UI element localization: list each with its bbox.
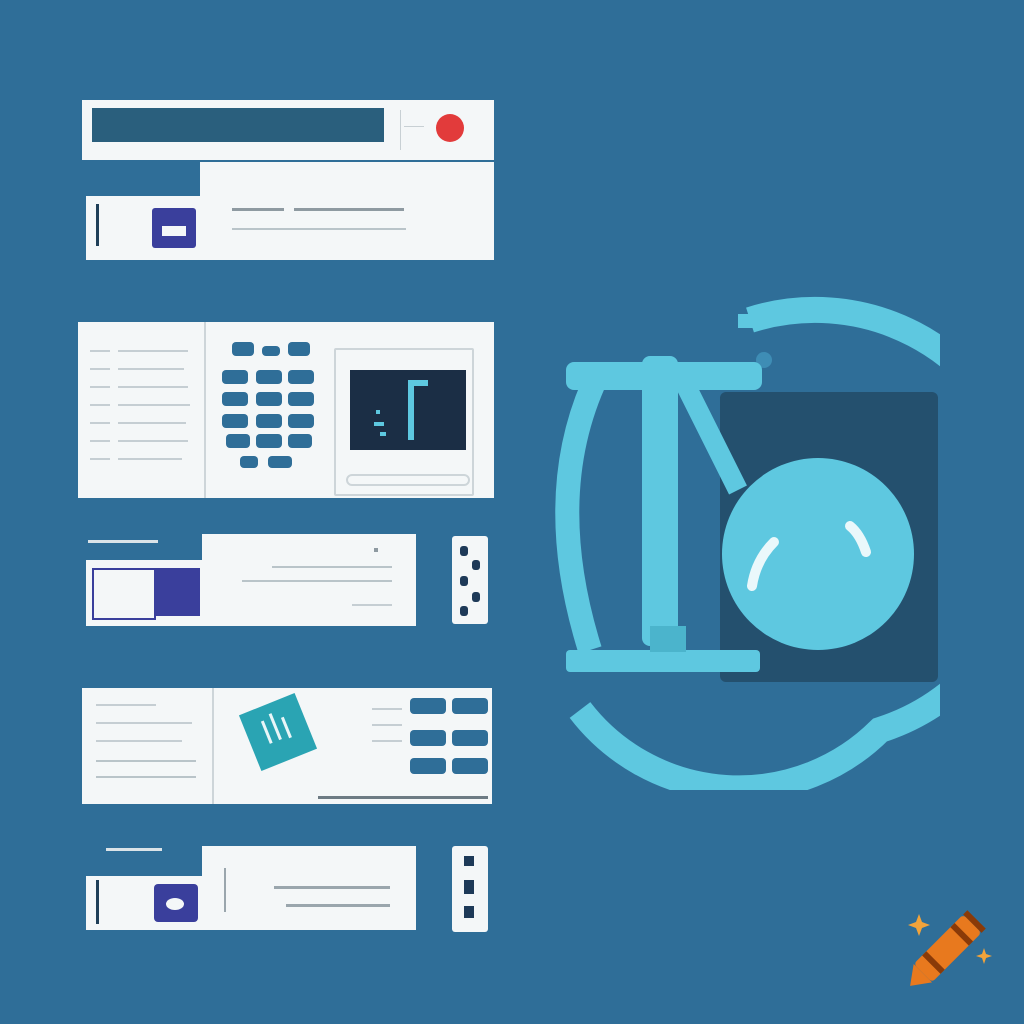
illustration-canvas: { "colors": { "background": "#2f6e98", "… bbox=[0, 0, 1024, 1024]
text-line bbox=[294, 208, 404, 211]
wireframe-content-3 bbox=[202, 534, 416, 626]
caption-line bbox=[88, 540, 158, 543]
title-bar bbox=[92, 108, 384, 142]
tile-grid bbox=[222, 342, 318, 472]
cyan-arcs-and-sphere-logo bbox=[555, 297, 940, 790]
crayon-watermark-icon bbox=[908, 910, 992, 986]
inner-arc bbox=[555, 364, 611, 654]
preview-image bbox=[350, 370, 466, 450]
divider bbox=[400, 110, 401, 150]
red-record-icon[interactable] bbox=[436, 114, 464, 142]
base-bar bbox=[566, 650, 760, 672]
wireframe-sidebar-1 bbox=[86, 196, 200, 260]
wireframe-sidebar-3 bbox=[86, 560, 204, 626]
purple-app-icon bbox=[156, 568, 200, 616]
wireframe-sidebar-5 bbox=[86, 876, 204, 930]
tile-grid bbox=[410, 698, 490, 782]
caption-line bbox=[106, 848, 162, 851]
left-column bbox=[82, 688, 214, 804]
cursor-line bbox=[96, 204, 99, 246]
teal-card-icon bbox=[238, 692, 318, 772]
pillar bbox=[642, 356, 678, 646]
sphere-icon bbox=[722, 458, 914, 650]
wireframe-content-5 bbox=[202, 846, 416, 930]
wireframe-window-4 bbox=[82, 688, 492, 804]
mini-panel-5 bbox=[452, 846, 488, 932]
text-line bbox=[232, 208, 284, 211]
wireframe-content-1 bbox=[200, 162, 494, 260]
left-column bbox=[78, 322, 206, 498]
purple-app-icon bbox=[152, 208, 196, 248]
purple-app-icon bbox=[154, 884, 198, 922]
mini-panel-3 bbox=[452, 536, 488, 624]
preview-frame bbox=[334, 348, 474, 496]
wireframe-window-1 bbox=[82, 100, 494, 160]
text-line bbox=[232, 228, 406, 230]
wireframe-window-2 bbox=[78, 322, 494, 498]
divider bbox=[404, 126, 424, 127]
progress-track bbox=[346, 474, 470, 486]
